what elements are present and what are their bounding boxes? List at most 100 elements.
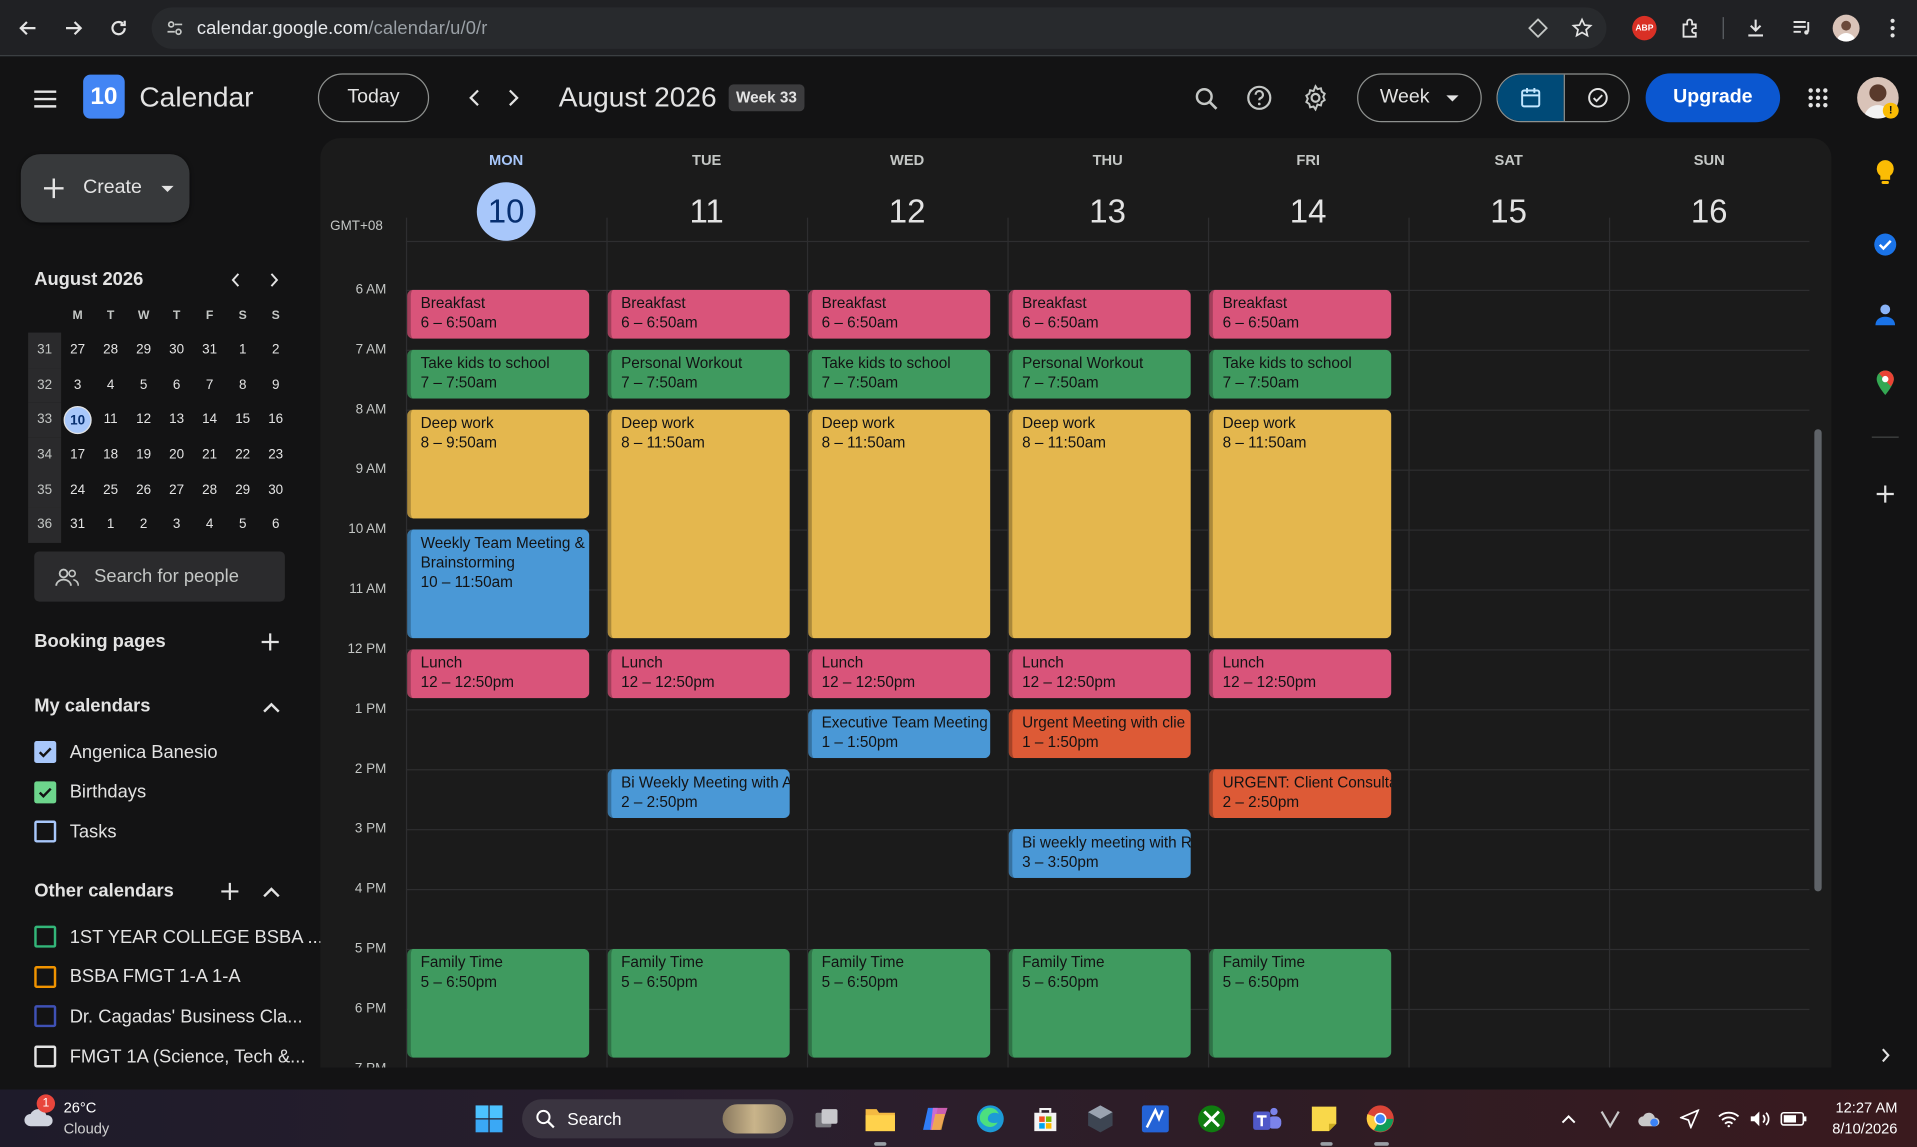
- mini-day-cell[interactable]: 6: [160, 368, 193, 403]
- calendar-event[interactable]: Personal Workout 7 – 7:50am: [1008, 349, 1191, 399]
- wifi-icon[interactable]: [1714, 1101, 1743, 1138]
- search-people-input[interactable]: Search for people: [34, 551, 285, 602]
- calendar-checkbox[interactable]: [34, 965, 57, 988]
- mini-day-cell[interactable]: 4: [94, 368, 127, 403]
- my-calendar-item[interactable]: Birthdays: [34, 777, 146, 806]
- mini-day-cell[interactable]: 30: [259, 472, 292, 507]
- mini-day-cell[interactable]: 9: [259, 368, 292, 403]
- volume-icon[interactable]: [1746, 1101, 1775, 1138]
- calendar-checkbox[interactable]: [34, 925, 57, 948]
- create-button[interactable]: Create: [20, 154, 190, 223]
- help-icon[interactable]: [1243, 82, 1275, 114]
- calendar-logo[interactable]: 10: [83, 74, 125, 119]
- other-calendars-title[interactable]: Other calendars: [34, 880, 174, 901]
- grid-scrollbar[interactable]: [1814, 429, 1822, 892]
- taskbar-search-box[interactable]: Search: [522, 1099, 794, 1139]
- mini-week-number[interactable]: 31: [28, 332, 62, 368]
- calendar-event[interactable]: Family Time 5 – 6:50pm: [1008, 948, 1191, 1058]
- mini-day-cell[interactable]: 31: [61, 507, 94, 542]
- google-apps-grid-icon[interactable]: [1803, 83, 1832, 112]
- bookmark-star-icon[interactable]: [1571, 17, 1593, 39]
- mini-day-cell[interactable]: 13: [160, 403, 193, 438]
- mini-week-number[interactable]: 36: [28, 507, 62, 543]
- tasks-icon[interactable]: [1871, 230, 1900, 259]
- mini-day-cell[interactable]: 11: [94, 403, 127, 438]
- mini-day-cell[interactable]: 30: [160, 333, 193, 368]
- day-date-number[interactable]: 10: [476, 182, 536, 241]
- next-week-chevron-icon[interactable]: [499, 83, 528, 112]
- mini-day-cell[interactable]: 21: [193, 437, 226, 472]
- download-icon[interactable]: [1739, 11, 1773, 45]
- task-view-icon[interactable]: [808, 1101, 845, 1138]
- battery-icon[interactable]: [1779, 1101, 1808, 1138]
- collapse-my-calendars-chevron-icon[interactable]: [259, 695, 283, 719]
- back-icon[interactable]: [11, 11, 45, 45]
- calendar-event[interactable]: Take kids to school 7 – 7:50am: [808, 349, 991, 399]
- mini-day-cell[interactable]: 3: [61, 368, 94, 403]
- calendar-event[interactable]: Family Time 5 – 6:50pm: [808, 948, 991, 1058]
- mini-day-cell[interactable]: 24: [61, 472, 94, 507]
- calendar-event[interactable]: Executive Team Meeting 1 – 1:50pm: [808, 709, 991, 758]
- day-date-number[interactable]: 11: [677, 182, 736, 241]
- calendar-event[interactable]: Take kids to school 7 – 7:50am: [1209, 349, 1392, 399]
- keep-icon[interactable]: [1871, 158, 1900, 187]
- calendar-event[interactable]: Breakfast 6 – 6:50am: [407, 289, 590, 339]
- file-explorer-icon[interactable]: [862, 1101, 899, 1138]
- calendar-event[interactable]: Bi weekly meeting with R3 – 3:50pm: [1008, 829, 1191, 878]
- expand-side-panel-chevron-icon[interactable]: [1871, 1041, 1900, 1070]
- clock-date[interactable]: 8/10/2026: [1809, 1120, 1897, 1137]
- mini-day-cell[interactable]: 25: [94, 472, 127, 507]
- mini-day-cell[interactable]: 29: [127, 333, 160, 368]
- mini-day-cell[interactable]: 6: [259, 507, 292, 542]
- mini-day-cell[interactable]: 23: [259, 437, 292, 472]
- mini-day-cell[interactable]: 5: [226, 507, 259, 542]
- day-date-number[interactable]: 15: [1479, 182, 1538, 241]
- reload-icon[interactable]: [101, 11, 135, 45]
- mini-day-cell[interactable]: 1: [226, 333, 259, 368]
- calendar-event[interactable]: Take kids to school 7 – 7:50am: [407, 349, 590, 399]
- tray-app-icon[interactable]: [1595, 1101, 1624, 1138]
- other-calendar-item[interactable]: BSBA FMGT 1-A 1-A: [34, 962, 241, 991]
- main-menu-icon[interactable]: [29, 83, 61, 115]
- other-calendar-item[interactable]: FMGT 1A (Science, Tech &...: [34, 1042, 305, 1071]
- calendar-event[interactable]: Bi Weekly Meeting with A2 – 2:50pm: [607, 769, 790, 818]
- media-queue-icon[interactable]: [1785, 11, 1819, 45]
- teams-icon[interactable]: [1248, 1101, 1285, 1138]
- mini-day-cell[interactable]: 3: [160, 507, 193, 542]
- calendar-event[interactable]: Deep work 8 – 11:50am: [808, 409, 991, 639]
- calendar-event[interactable]: Personal Workout 7 – 7:50am: [607, 349, 790, 399]
- view-selector-dropdown[interactable]: Week: [1357, 73, 1482, 123]
- calendar-event[interactable]: Family Time 5 – 6:50pm: [407, 948, 590, 1058]
- show-hidden-icons-chevron-icon[interactable]: [1554, 1101, 1583, 1138]
- other-calendar-item[interactable]: 1ST YEAR COLLEGE BSBA ...: [34, 922, 323, 951]
- forward-icon[interactable]: [56, 11, 90, 45]
- mini-day-cell[interactable]: 19: [127, 437, 160, 472]
- upgrade-button[interactable]: Upgrade: [1645, 73, 1781, 123]
- sticky-notes-icon[interactable]: [1306, 1101, 1343, 1138]
- calendar-event[interactable]: Lunch 12 – 12:50pm: [407, 649, 590, 698]
- calendar-event[interactable]: Breakfast 6 – 6:50am: [1209, 289, 1392, 339]
- mini-day-cell[interactable]: 10: [61, 403, 94, 438]
- adblock-extension-icon[interactable]: ABP: [1632, 15, 1657, 41]
- site-info-icon[interactable]: [165, 18, 185, 38]
- tray-cloud-icon[interactable]: [1635, 1101, 1664, 1138]
- chrome-profile-avatar[interactable]: [1832, 14, 1860, 42]
- calendar-event[interactable]: Deep work 8 – 9:50am: [407, 409, 590, 519]
- calendar-event[interactable]: Breakfast 6 – 6:50am: [1008, 289, 1191, 339]
- mini-day-cell[interactable]: 1: [94, 507, 127, 542]
- mini-day-cell[interactable]: 28: [94, 333, 127, 368]
- mini-day-cell[interactable]: 7: [193, 368, 226, 403]
- extensions-puzzle-icon[interactable]: [1674, 11, 1708, 45]
- calendar-event[interactable]: URGENT: Client Consulta 2 – 2:50pm: [1209, 769, 1392, 818]
- calendar-event[interactable]: Lunch 12 – 12:50pm: [808, 649, 991, 698]
- calendar-checkbox[interactable]: [34, 741, 57, 764]
- day-date-number[interactable]: 16: [1680, 182, 1739, 241]
- calendar-checkbox[interactable]: [34, 780, 57, 803]
- clock-time[interactable]: 12:27 AM: [1822, 1099, 1897, 1116]
- address-bar[interactable]: calendar.google.com/calendar/u/0/r: [151, 7, 1607, 49]
- search-icon[interactable]: [1191, 83, 1223, 115]
- xbox-icon[interactable]: [1193, 1101, 1230, 1138]
- mini-day-cell[interactable]: 17: [61, 437, 94, 472]
- mini-day-cell[interactable]: 27: [61, 333, 94, 368]
- mini-week-number[interactable]: 35: [28, 472, 62, 508]
